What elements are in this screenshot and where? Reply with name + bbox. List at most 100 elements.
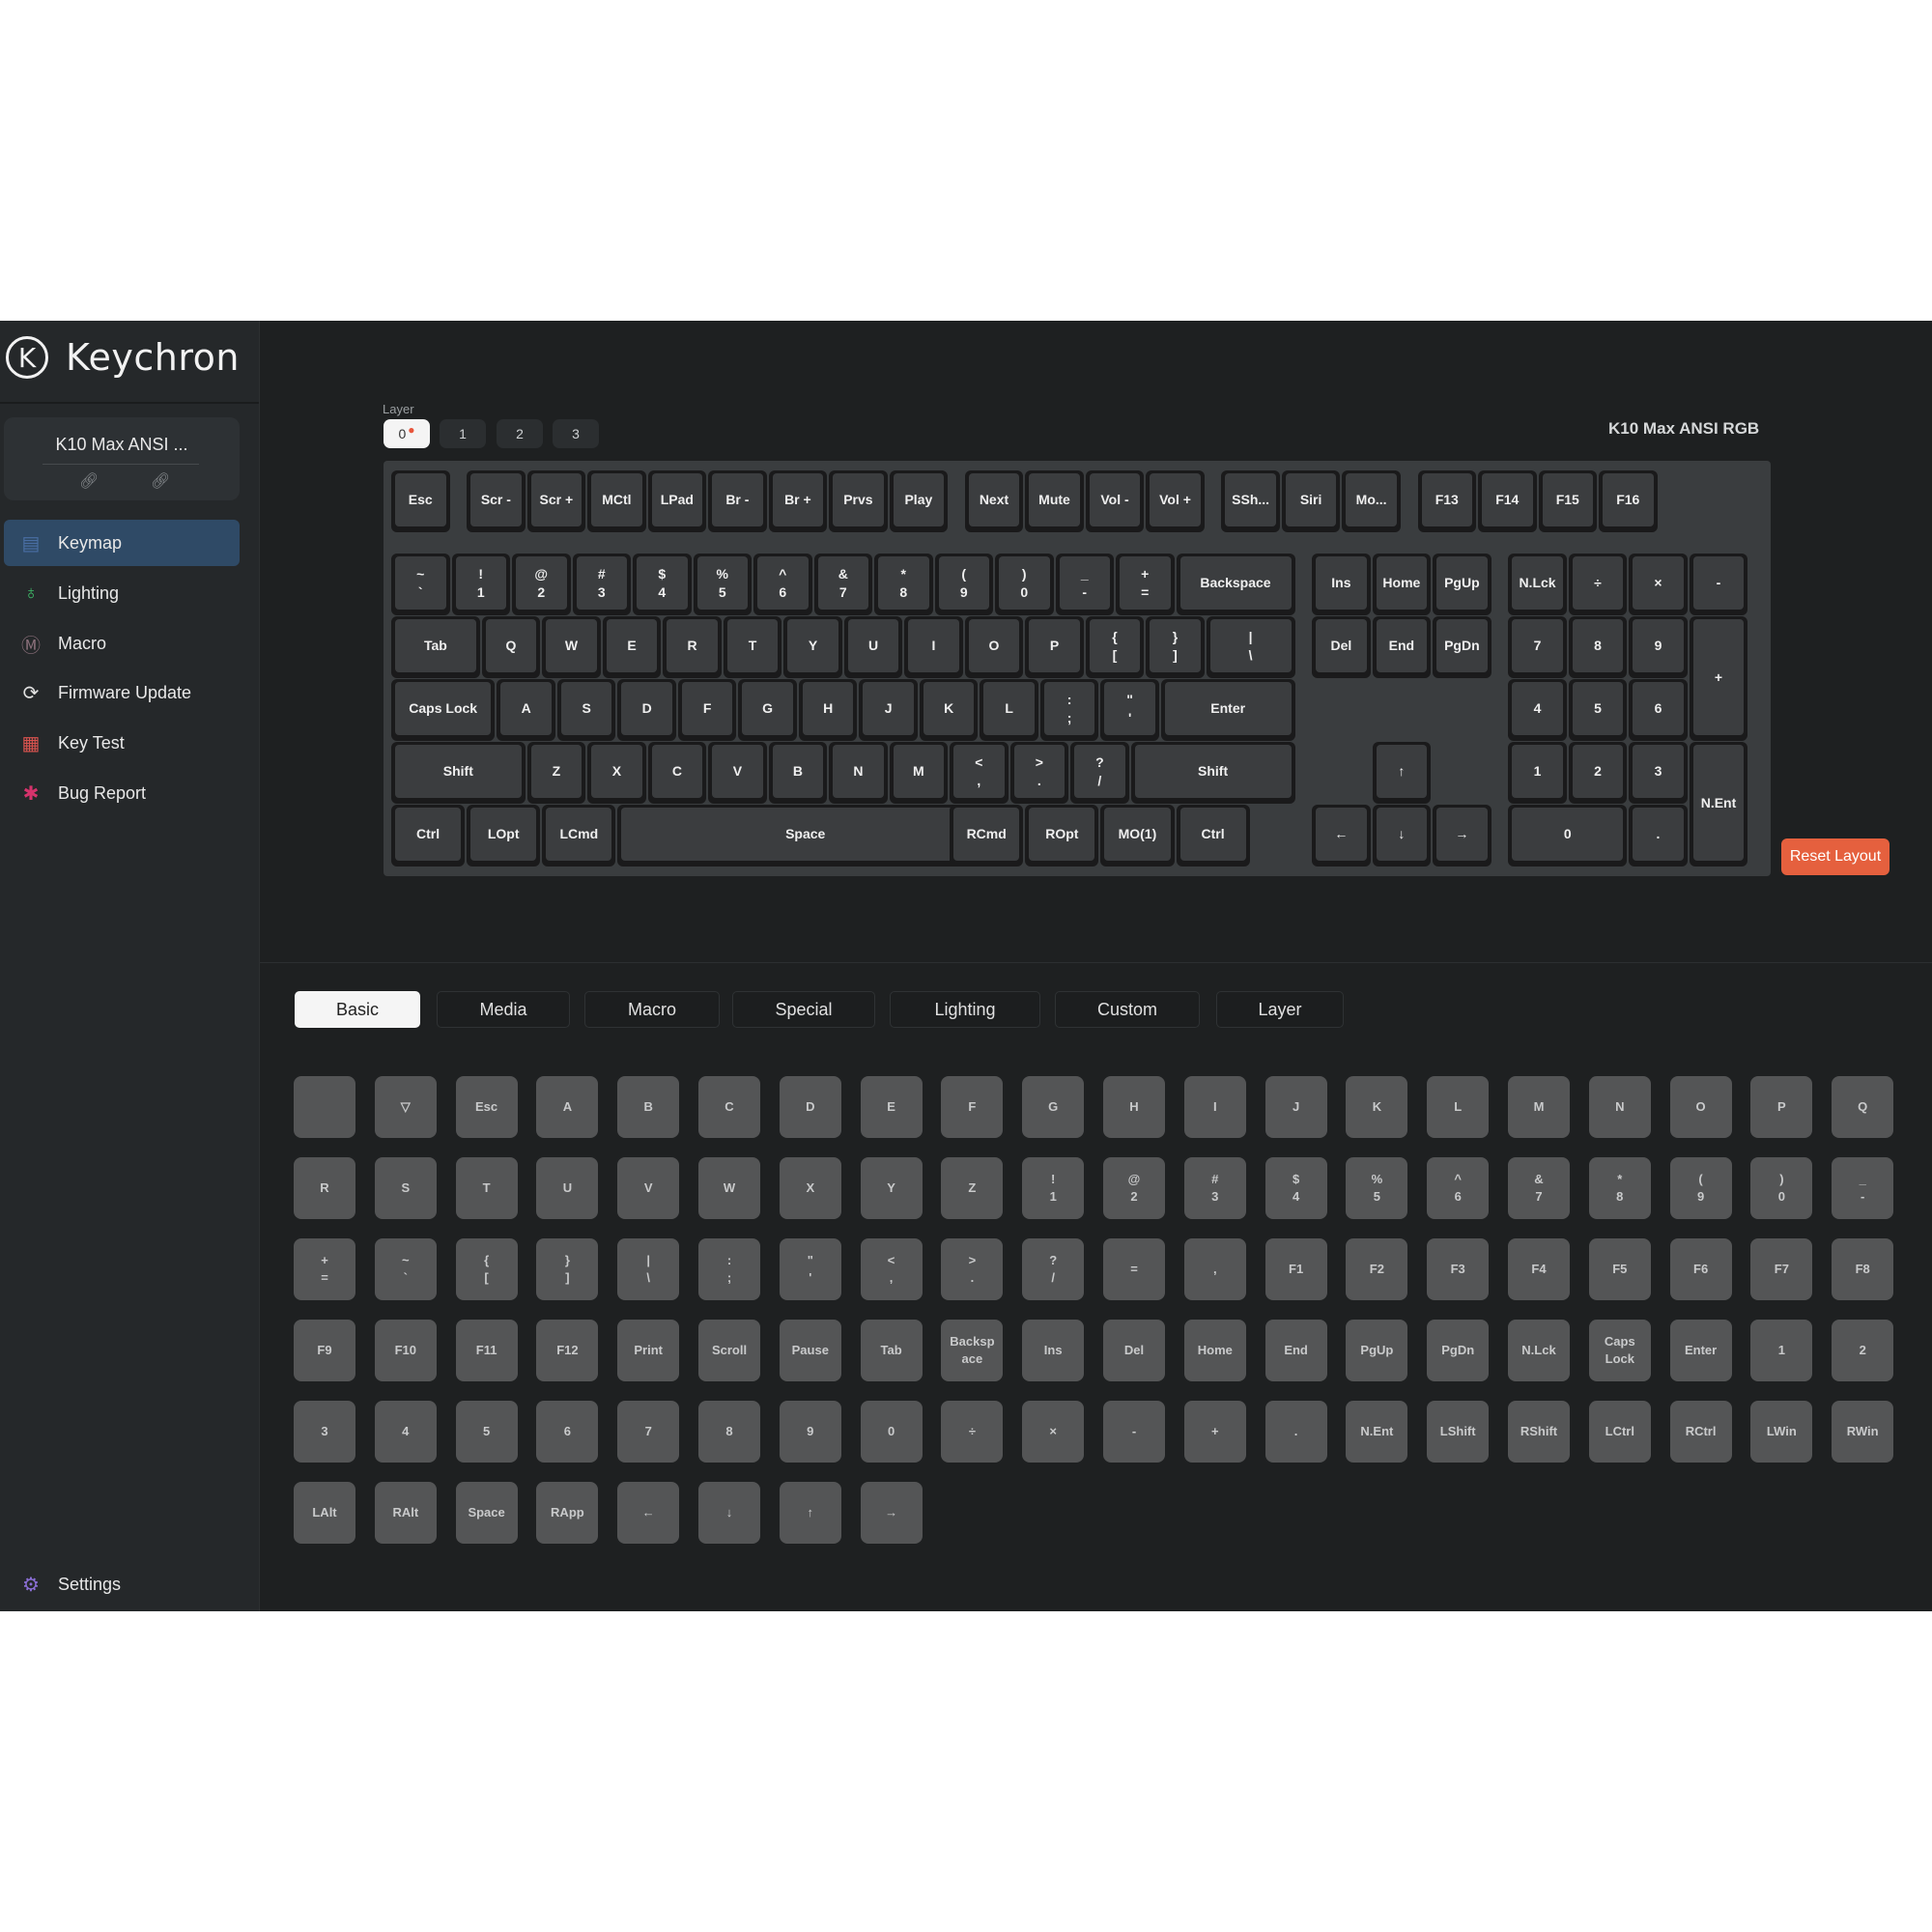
key-n[interactable]: N	[829, 742, 888, 804]
key-h[interactable]: H	[798, 679, 858, 741]
palette-key-g[interactable]: G	[1022, 1076, 1085, 1138]
key-f14[interactable]: F14	[1478, 470, 1537, 532]
key-1[interactable]: 1	[1508, 742, 1567, 804]
palette-key-2[interactable]: @2	[1103, 1157, 1165, 1219]
palette-key-symbol[interactable]: | \	[617, 1238, 680, 1300]
palette-key-5[interactable]: 5	[455, 1401, 518, 1463]
palette-key-f1[interactable]: F1	[1264, 1238, 1327, 1300]
key-0[interactable]: 0	[1508, 805, 1628, 867]
key-symbol[interactable]: ←	[1312, 805, 1371, 867]
key-symbol[interactable]: <,	[950, 742, 1009, 804]
palette-key-f10[interactable]: F10	[374, 1320, 437, 1381]
key-br[interactable]: Br +	[768, 470, 828, 532]
palette-key-symbol[interactable]: ↓	[698, 1482, 760, 1544]
key-3[interactable]: #3	[572, 554, 631, 615]
palette-key-symbol[interactable]: ,	[1183, 1238, 1246, 1300]
palette-key-5[interactable]: % 5	[1346, 1157, 1408, 1219]
palette-key-symbol[interactable]: ~ `	[374, 1238, 437, 1300]
sidebar-item-key-test[interactable]: ▦ Key Test	[4, 720, 240, 766]
key-symbol[interactable]: ÷	[1568, 554, 1628, 615]
key-symbol[interactable]: ~ `	[391, 554, 450, 615]
palette-key-symbol[interactable]: :;	[698, 1238, 760, 1300]
palette-key-k[interactable]: K	[1346, 1076, 1408, 1138]
link-icon[interactable]: 🔗︎	[79, 471, 99, 491]
palette-key-8[interactable]: 8	[698, 1401, 760, 1463]
palette-key-rctrl[interactable]: RCtrl	[1669, 1401, 1732, 1463]
palette-key-y[interactable]: Y	[860, 1157, 923, 1219]
key-f16[interactable]: F16	[1599, 470, 1658, 532]
palette-key-f3[interactable]: F3	[1427, 1238, 1490, 1300]
key-symbol[interactable]: | \	[1206, 616, 1295, 678]
key-esc[interactable]: Esc	[391, 470, 450, 532]
key-mute[interactable]: Mute	[1025, 470, 1084, 532]
tab-media[interactable]: Media	[437, 991, 570, 1028]
tab-macro[interactable]: Macro	[584, 991, 720, 1028]
key-4[interactable]: 4	[1508, 679, 1567, 741]
key-pgup[interactable]: PgUp	[1433, 554, 1492, 615]
palette-key-n[interactable]: N	[1588, 1076, 1651, 1138]
key-d[interactable]: D	[617, 679, 676, 741]
unlink-icon[interactable]: 🔗︎	[151, 471, 170, 491]
key-space[interactable]: Space	[617, 805, 993, 867]
palette-key-m[interactable]: M	[1508, 1076, 1570, 1138]
key-e[interactable]: E	[602, 616, 662, 678]
palette-key-symbol[interactable]: {[	[455, 1238, 518, 1300]
key-n-lck[interactable]: N.Lck	[1508, 554, 1567, 615]
sidebar-item-bug-report[interactable]: ✱ Bug Report	[4, 770, 240, 816]
key-lpad[interactable]: LPad	[647, 470, 707, 532]
palette-key-f11[interactable]: F11	[455, 1320, 518, 1381]
key-symbol[interactable]: ↓	[1372, 805, 1432, 867]
palette-key-ins[interactable]: Ins	[1022, 1320, 1085, 1381]
palette-key-backsp-ace[interactable]: Backsp ace	[941, 1320, 1004, 1381]
key-z[interactable]: Z	[526, 742, 586, 804]
sidebar-item-macro[interactable]: Ⓜ Macro	[4, 620, 240, 667]
key-vol[interactable]: Vol +	[1146, 470, 1205, 532]
palette-key-symbol[interactable]: _ -	[1832, 1157, 1894, 1219]
key-t[interactable]: T	[723, 616, 782, 678]
palette-key-3[interactable]: #3	[1183, 1157, 1246, 1219]
palette-key-symbol[interactable]: >.	[941, 1238, 1004, 1300]
palette-key-6[interactable]: 6	[536, 1401, 599, 1463]
palette-key-e[interactable]: E	[860, 1076, 923, 1138]
palette-key-symbol[interactable]: ÷	[941, 1401, 1004, 1463]
palette-key-0[interactable]: 0	[860, 1401, 923, 1463]
key-symbol[interactable]: _ -	[1055, 554, 1114, 615]
palette-key-symbol[interactable]: }]	[536, 1238, 599, 1300]
key-symbol[interactable]: ? /	[1070, 742, 1129, 804]
palette-key-s[interactable]: S	[374, 1157, 437, 1219]
palette-key-a[interactable]: A	[536, 1076, 599, 1138]
key-9[interactable]: (9	[934, 554, 993, 615]
palette-key-esc[interactable]: Esc	[455, 1076, 518, 1138]
palette-key-1[interactable]: ! 1	[1022, 1157, 1085, 1219]
palette-key-lalt[interactable]: LAlt	[294, 1482, 355, 1544]
palette-key-h[interactable]: H	[1103, 1076, 1165, 1138]
palette-key-symbol[interactable]: ←	[617, 1482, 680, 1544]
palette-key-symbol[interactable]: -	[1103, 1401, 1165, 1463]
palette-key-9[interactable]: 9	[779, 1401, 841, 1463]
palette-key-pgdn[interactable]: PgDn	[1427, 1320, 1490, 1381]
palette-key-print[interactable]: Print	[617, 1320, 680, 1381]
key-f13[interactable]: F13	[1417, 470, 1476, 532]
palette-key-z[interactable]: Z	[941, 1157, 1004, 1219]
key-symbol[interactable]: →	[1433, 805, 1492, 867]
key-vol[interactable]: Vol -	[1085, 470, 1145, 532]
key-mo[interactable]: Mo...	[1342, 470, 1401, 532]
key-mctl[interactable]: MCtl	[587, 470, 646, 532]
palette-key-lctrl[interactable]: LCtrl	[1588, 1401, 1651, 1463]
key-0[interactable]: ) 0	[995, 554, 1054, 615]
palette-key-8[interactable]: * 8	[1588, 1157, 1651, 1219]
key-f[interactable]: F	[677, 679, 737, 741]
key-mo-1[interactable]: MO(1)	[1100, 805, 1175, 867]
palette-key-symbol[interactable]: <,	[860, 1238, 923, 1300]
tab-special[interactable]: Special	[732, 991, 875, 1028]
key-ropt[interactable]: ROpt	[1025, 805, 1099, 867]
key-7[interactable]: 7	[1508, 616, 1567, 678]
palette-key-symbol[interactable]: .	[1264, 1401, 1327, 1463]
key-q[interactable]: Q	[481, 616, 541, 678]
palette-key-0[interactable]: ) 0	[1750, 1157, 1813, 1219]
key-p[interactable]: P	[1025, 616, 1084, 678]
palette-key-rwin[interactable]: RWin	[1832, 1401, 1894, 1463]
palette-key-enter[interactable]: Enter	[1669, 1320, 1732, 1381]
key-symbol[interactable]: .	[1629, 805, 1688, 867]
palette-key-r[interactable]: R	[294, 1157, 355, 1219]
